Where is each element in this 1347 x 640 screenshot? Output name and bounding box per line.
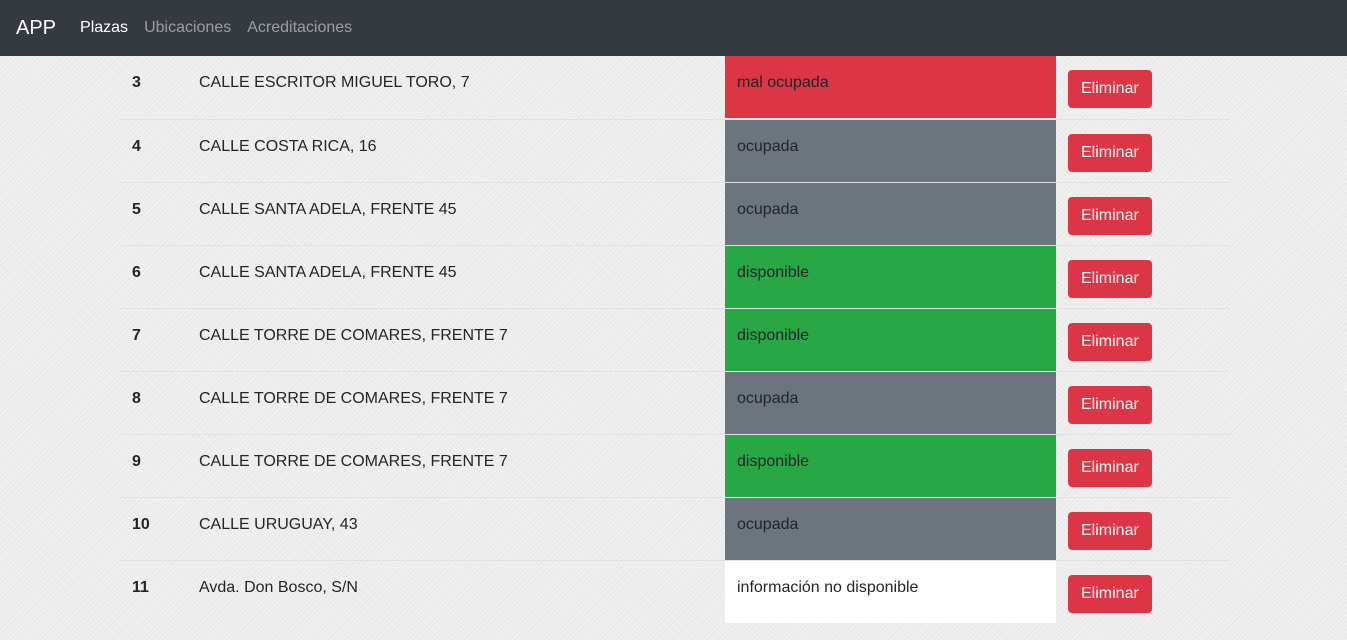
plaza-status: disponible	[725, 435, 1056, 497]
table-row: 6 CALLE SANTA ADELA, FRENTE 45 disponibl…	[120, 245, 1230, 308]
plaza-address: CALLE TORRE DE COMARES, FRENTE 7	[199, 327, 508, 344]
nav-link-plazas[interactable]: Plazas	[80, 19, 128, 37]
plazas-table: 3 CALLE ESCRITOR MIGUEL TORO, 7 mal ocup…	[120, 56, 1230, 623]
top-navbar: APP Plazas Ubicaciones Acreditaciones	[0, 0, 1347, 56]
plaza-number: 11	[132, 579, 149, 596]
plaza-status: información no disponible	[725, 561, 1056, 623]
plaza-address: CALLE SANTA ADELA, FRENTE 45	[199, 264, 457, 281]
plaza-status: disponible	[725, 309, 1056, 371]
delete-button[interactable]: Eliminar	[1068, 575, 1152, 613]
delete-button[interactable]: Eliminar	[1068, 197, 1152, 235]
plaza-address: Avda. Don Bosco, S/N	[199, 579, 358, 596]
delete-button[interactable]: Eliminar	[1068, 386, 1152, 424]
plaza-status: mal ocupada	[725, 56, 1056, 118]
delete-button[interactable]: Eliminar	[1068, 70, 1152, 108]
plaza-status: ocupada	[725, 120, 1056, 182]
plaza-number: 8	[132, 390, 141, 407]
plaza-number: 6	[132, 264, 141, 281]
plaza-number: 4	[132, 138, 141, 155]
delete-button[interactable]: Eliminar	[1068, 134, 1152, 172]
plaza-status: ocupada	[725, 372, 1056, 434]
plaza-number: 9	[132, 453, 141, 470]
table-row: 5 CALLE SANTA ADELA, FRENTE 45 ocupada E…	[120, 182, 1230, 245]
table-row: 9 CALLE TORRE DE COMARES, FRENTE 7 dispo…	[120, 434, 1230, 497]
nav-link-ubicaciones[interactable]: Ubicaciones	[144, 19, 231, 37]
plaza-number: 10	[132, 516, 150, 533]
plaza-address: CALLE URUGUAY, 43	[199, 516, 358, 533]
plaza-number: 5	[132, 201, 141, 218]
table-row: 10 CALLE URUGUAY, 43 ocupada Eliminar	[120, 497, 1230, 560]
table-row: 4 CALLE COSTA RICA, 16 ocupada Eliminar	[120, 119, 1230, 182]
table-row: 3 CALLE ESCRITOR MIGUEL TORO, 7 mal ocup…	[120, 56, 1230, 119]
plaza-address: CALLE ESCRITOR MIGUEL TORO, 7	[199, 74, 470, 91]
plaza-address: CALLE TORRE DE COMARES, FRENTE 7	[199, 390, 508, 407]
app-brand[interactable]: APP	[16, 17, 56, 40]
delete-button[interactable]: Eliminar	[1068, 260, 1152, 298]
delete-button[interactable]: Eliminar	[1068, 512, 1152, 550]
plaza-number: 7	[132, 327, 141, 344]
delete-button[interactable]: Eliminar	[1068, 449, 1152, 487]
table-row: 7 CALLE TORRE DE COMARES, FRENTE 7 dispo…	[120, 308, 1230, 371]
plaza-status: ocupada	[725, 498, 1056, 560]
plaza-address: CALLE SANTA ADELA, FRENTE 45	[199, 201, 457, 218]
table-row: 8 CALLE TORRE DE COMARES, FRENTE 7 ocupa…	[120, 371, 1230, 434]
nav-link-acreditaciones[interactable]: Acreditaciones	[247, 19, 352, 37]
table-row: 11 Avda. Don Bosco, S/N información no d…	[120, 560, 1230, 623]
plaza-address: CALLE TORRE DE COMARES, FRENTE 7	[199, 453, 508, 470]
delete-button[interactable]: Eliminar	[1068, 323, 1152, 361]
plaza-status: ocupada	[725, 183, 1056, 245]
plaza-address: CALLE COSTA RICA, 16	[199, 138, 377, 155]
plaza-number: 3	[132, 74, 141, 91]
plaza-status: disponible	[725, 246, 1056, 308]
